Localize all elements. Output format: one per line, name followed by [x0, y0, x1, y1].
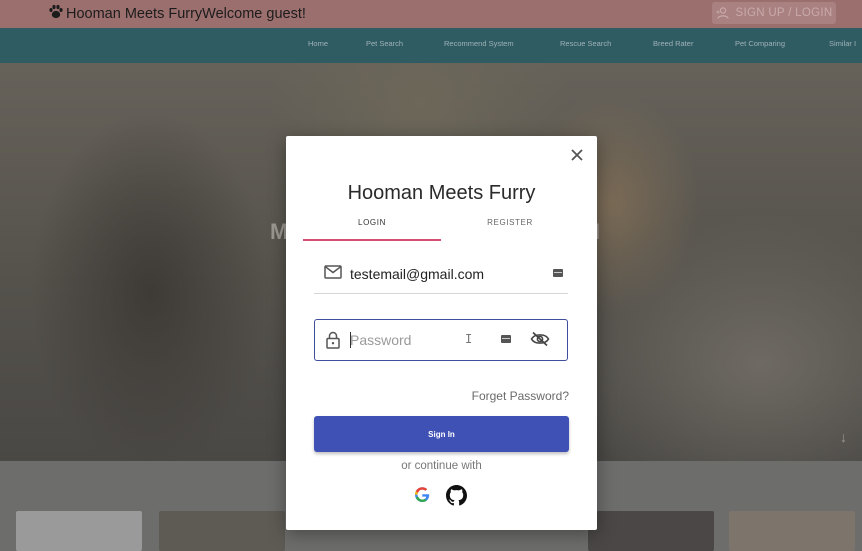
nav-item-similar[interactable]: Similar I [829, 39, 856, 48]
pet-thumbnail[interactable] [588, 511, 714, 551]
i-beam-cursor-icon: I [465, 332, 473, 346]
nav-item-recommend-system[interactable]: Recommend System [444, 39, 514, 48]
pet-thumbnail[interactable] [729, 511, 855, 551]
pet-thumbnail[interactable] [159, 511, 285, 551]
password-field[interactable]: I [314, 319, 568, 361]
email-field[interactable]: testemail@gmail.com [314, 254, 568, 294]
dialog-title: Hooman Meets Furry [347, 182, 536, 204]
autofill-icon[interactable] [553, 269, 563, 277]
nav-item-pet-search[interactable]: Pet Search [366, 39, 403, 48]
brand-title: Hooman Meets FurryWelcome guest! [66, 6, 306, 22]
nav-bar: Home Pet Search Recommend System Rescue … [0, 28, 862, 63]
text-caret [350, 332, 351, 348]
close-icon [571, 149, 583, 161]
nav-item-pet-comparing[interactable]: Pet Comparing [735, 39, 785, 48]
eye-off-icon[interactable] [530, 331, 550, 347]
mail-icon [324, 265, 342, 279]
login-dialog: Hooman Meets Furry LOGIN REGISTER testem… [286, 136, 597, 530]
paw-icon [48, 4, 64, 24]
tab-register[interactable]: REGISTER [441, 218, 579, 227]
sign-in-button[interactable]: Sign In [314, 416, 569, 452]
sign-up-login-button[interactable]: SIGN UP / LOGIN [712, 2, 836, 24]
nav-item-home[interactable]: Home [308, 39, 328, 48]
auth-button-label: SIGN UP / LOGIN [735, 7, 833, 19]
close-button[interactable] [567, 145, 587, 165]
person-add-icon [716, 7, 729, 19]
carousel-next-icon[interactable]: ↓ [840, 429, 847, 445]
brand[interactable]: Hooman Meets FurryWelcome guest! [48, 4, 306, 24]
email-value: testemail@gmail.com [350, 266, 485, 282]
pet-thumbnail[interactable] [16, 511, 142, 551]
active-tab-indicator [303, 239, 441, 241]
nav-item-rescue-search[interactable]: Rescue Search [560, 39, 611, 48]
lock-icon [326, 331, 340, 349]
forgot-password-link[interactable]: Forget Password? [472, 389, 569, 403]
github-icon[interactable] [446, 485, 467, 506]
autofill-icon[interactable] [501, 335, 511, 343]
tab-login[interactable]: LOGIN [303, 218, 441, 227]
nav-item-breed-rater[interactable]: Breed Rater [653, 39, 693, 48]
google-icon[interactable] [414, 485, 430, 503]
continue-with-label: or continue with [401, 460, 482, 472]
top-bar: Hooman Meets FurryWelcome guest! SIGN UP… [0, 0, 862, 28]
